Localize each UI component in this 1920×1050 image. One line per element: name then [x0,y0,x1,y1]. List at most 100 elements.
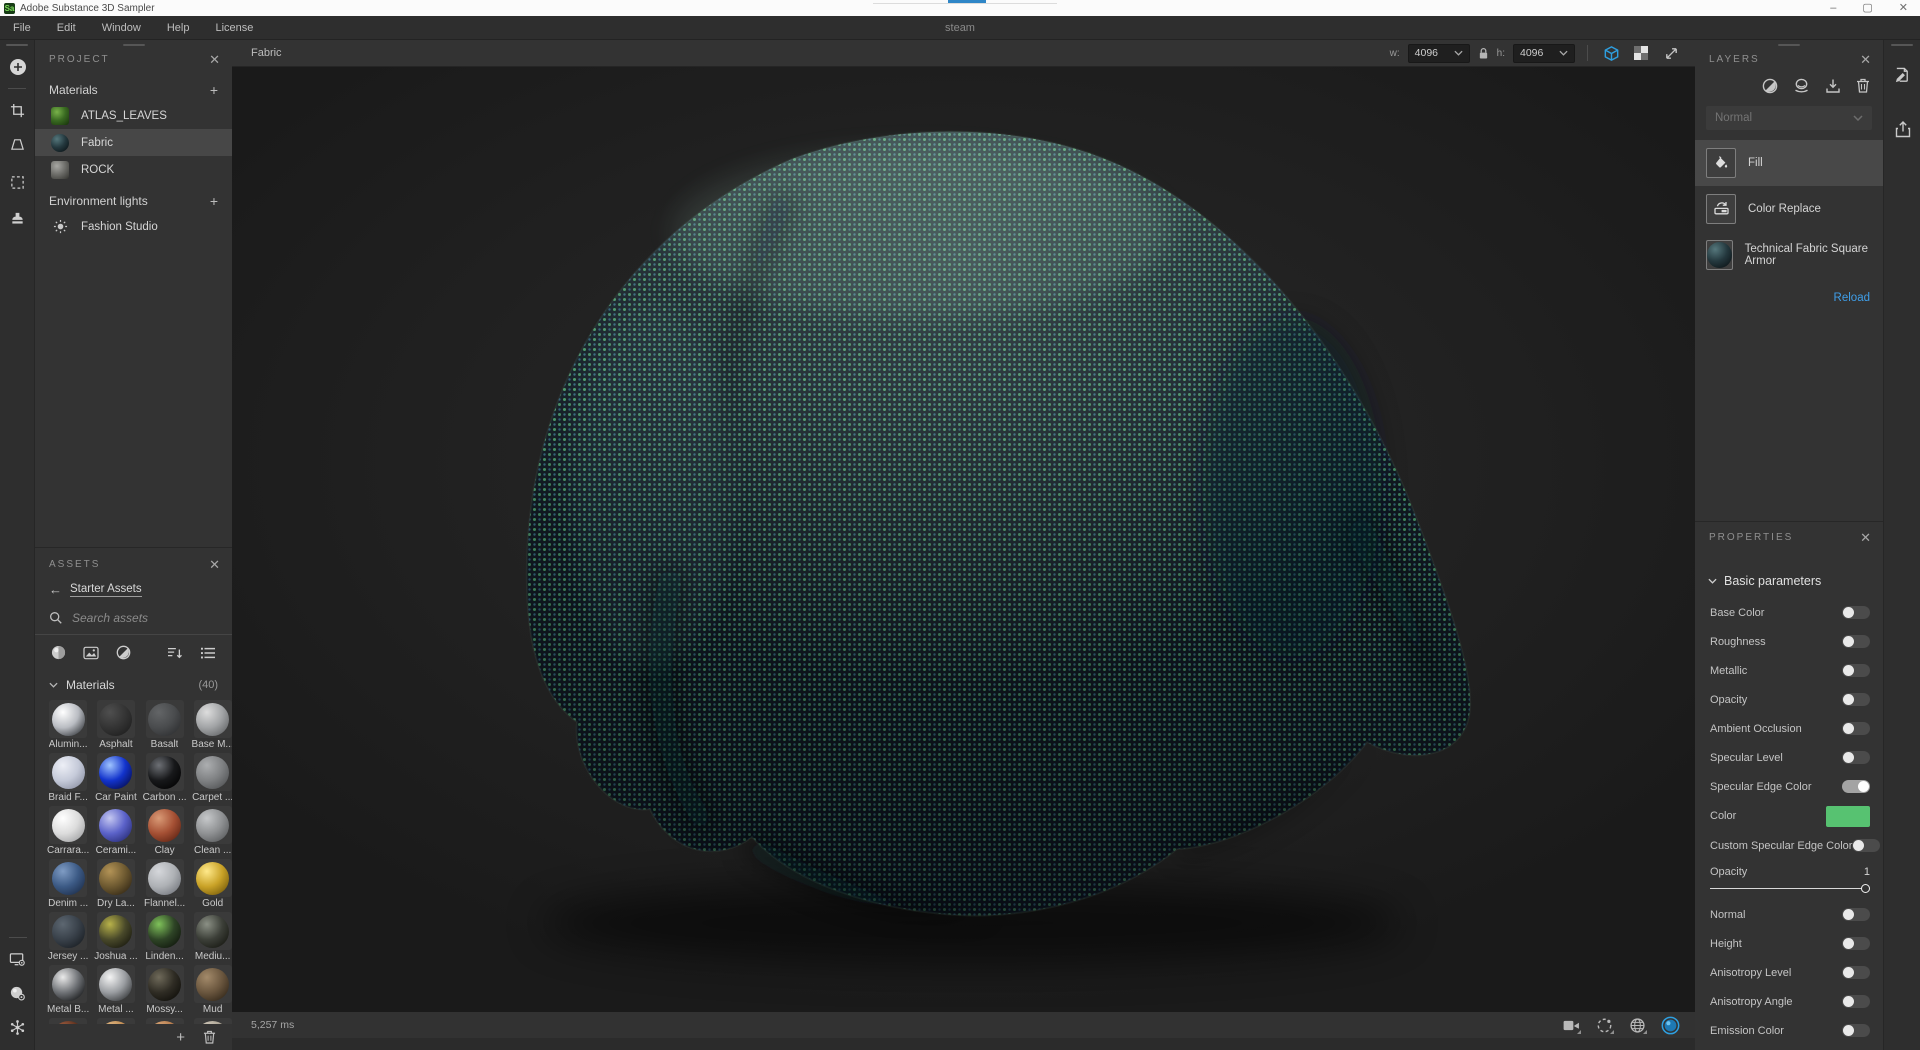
camera-settings-button[interactable] [1561,1015,1581,1035]
clone-stamp-tool-button[interactable] [0,205,35,231]
menu-item-license[interactable]: License [202,16,266,39]
material-tile[interactable]: Flannel... [143,859,187,909]
layer-row[interactable]: Fill [1695,140,1883,186]
add-resource-button[interactable] [0,54,35,80]
lock-icon[interactable] [1478,47,1489,60]
materials-filter-icon[interactable] [51,645,66,660]
list-view-icon[interactable] [200,646,216,660]
view-2d-button[interactable] [1630,42,1652,64]
rail-drag-handle[interactable] [1891,44,1913,46]
material-tile[interactable]: Alumin... [47,700,89,750]
sort-icon[interactable] [167,646,183,660]
material-tile[interactable]: Jersey ... [47,912,89,962]
project-close-icon[interactable]: ✕ [209,53,220,66]
material-tile[interactable]: Car Paint [94,753,137,803]
images-filter-icon[interactable] [83,646,99,660]
back-arrow-icon[interactable]: ← [49,582,62,597]
color-swatch[interactable] [1826,806,1870,827]
assets-search-input[interactable]: Search assets [35,601,232,635]
materials-group-header[interactable]: Materials (40) [35,668,232,698]
material-tile[interactable]: Basalt [143,700,187,750]
material-tile[interactable]: Clean ... [192,806,232,856]
material-tile[interactable]: Carbon ... [143,753,187,803]
toggle-switch[interactable] [1842,937,1870,950]
toggle-switch[interactable] [1842,664,1870,677]
reload-link[interactable]: Reload [1834,292,1870,304]
toggle-switch[interactable] [1842,966,1870,979]
project-item[interactable]: Fabric [35,129,232,156]
height-select[interactable]: 4096 [1513,44,1575,63]
material-tile[interactable]: Metal B... [47,965,89,1015]
width-select[interactable]: 4096 [1408,44,1470,63]
material-tile[interactable]: Clay [143,806,187,856]
perspective-tool-button[interactable] [0,131,35,157]
material-tile[interactable]: Mossy... [143,965,187,1015]
close-button[interactable]: ✕ [1899,0,1908,16]
material-tile[interactable]: Cerami... [94,806,137,856]
grid-display-button[interactable] [1627,1015,1647,1035]
toggle-switch[interactable] [1842,908,1870,921]
opacity-slider[interactable] [1710,882,1870,896]
delete-layer-icon[interactable] [1856,78,1870,93]
material-tile[interactable]: Mud [192,965,232,1015]
toggle-switch[interactable] [1842,995,1870,1008]
environment-settings-button[interactable] [1594,1015,1614,1035]
rail-drag-handle[interactable] [6,44,28,46]
crop-tool-button[interactable] [0,97,35,123]
add-item-button[interactable]: + [210,193,218,209]
material-tile[interactable]: Denim ... [47,859,89,909]
fill-layer-icon[interactable] [1793,78,1810,94]
toggle-switch[interactable] [1842,606,1870,619]
menu-item-help[interactable]: Help [154,16,203,39]
menu-item-window[interactable]: Window [89,16,154,39]
menu-item-edit[interactable]: Edit [44,16,89,39]
project-item[interactable]: ATLAS_LEAVES [35,102,232,129]
layer-row[interactable]: Technical Fabric Square Armor [1695,232,1883,278]
menu-item-file[interactable]: File [0,16,44,39]
project-item[interactable]: ROCK [35,156,232,183]
material-tile[interactable]: Braid F... [47,753,89,803]
delete-asset-icon[interactable] [203,1030,216,1044]
toggle-switch[interactable] [1842,722,1870,735]
material-tile[interactable]: Linden... [143,912,187,962]
material-tile[interactable]: Asphalt [94,700,137,750]
material-tile[interactable]: Metal ... [94,965,137,1015]
export-button[interactable] [1884,114,1920,144]
material-tile[interactable]: Carrara... [47,806,89,856]
toggle-switch[interactable] [1842,1024,1870,1037]
material-tile[interactable]: Dry La... [94,859,137,909]
scene-settings-button[interactable] [0,980,35,1006]
half-sphere-filter-icon[interactable] [116,645,131,660]
viewport-3d-canvas[interactable] [232,67,1695,1012]
material-preview-button[interactable] [1660,1015,1680,1035]
plugins-button[interactable] [0,1014,35,1040]
material-tile[interactable]: Base M... [192,700,232,750]
assets-close-icon[interactable]: ✕ [209,558,220,571]
add-item-button[interactable]: + [210,82,218,98]
blend-mode-select[interactable]: Normal [1706,106,1872,130]
toggle-switch[interactable] [1852,839,1880,852]
material-tile[interactable]: Carpet ... [192,753,232,803]
properties-close-icon[interactable]: ✕ [1860,531,1871,544]
toggle-switch[interactable] [1842,751,1870,764]
fullscreen-button[interactable] [1660,42,1682,64]
minimize-button[interactable]: – [1830,0,1836,16]
layer-row[interactable]: Color Replace [1695,186,1883,232]
project-item[interactable]: Fashion Studio [35,213,232,240]
material-tile[interactable]: Mediu... [192,912,232,962]
view-3d-button[interactable] [1600,42,1622,64]
starter-assets-link[interactable]: Starter Assets [70,583,142,597]
material-tile[interactable]: Joshua ... [94,912,137,962]
maximize-button[interactable]: ▢ [1862,0,1872,16]
toggle-switch[interactable] [1842,780,1870,793]
add-asset-button[interactable]: + [176,1029,185,1046]
slider-knob[interactable] [1861,884,1870,893]
toggle-switch[interactable] [1842,635,1870,648]
toggle-switch[interactable] [1842,693,1870,706]
layers-close-icon[interactable]: ✕ [1860,53,1871,66]
basic-parameters-group[interactable]: Basic parameters [1695,548,1883,588]
display-settings-button[interactable] [0,946,35,972]
send-to-app-button[interactable] [1884,60,1920,90]
material-tile[interactable]: Gold [192,859,232,909]
mask-adjustment-icon[interactable] [1762,78,1778,94]
